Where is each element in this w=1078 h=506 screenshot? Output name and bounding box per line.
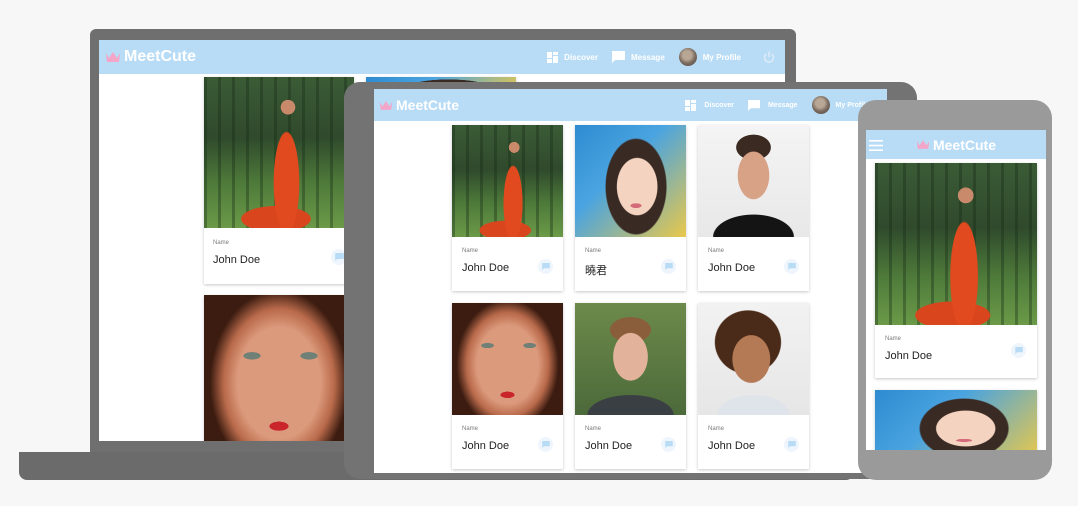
laptop-app-bar: MeetCute Discover Message My Profile (99, 40, 785, 74)
power-icon (763, 51, 775, 63)
profile-card[interactable] (875, 390, 1037, 450)
profile-photo[interactable] (698, 303, 809, 415)
card-info: Name John Doe (698, 237, 809, 291)
logout-button[interactable] (763, 51, 775, 63)
name-value: John Doe (462, 262, 510, 274)
profile-photo[interactable] (875, 390, 1037, 450)
chat-icon (541, 263, 550, 270)
profile-card[interactable]: Name John Doe (875, 163, 1037, 378)
nav-profile[interactable]: My Profile (678, 48, 741, 66)
nav-discover[interactable]: Discover (685, 99, 734, 111)
nav-message[interactable]: Message (611, 51, 665, 63)
name-label: Name (885, 336, 902, 342)
profile-photo[interactable] (575, 125, 686, 237)
name-label: Name (585, 426, 602, 432)
name-label: Name (213, 240, 230, 246)
chat-button[interactable] (784, 259, 799, 274)
card-info: Name John Doe (204, 228, 354, 284)
dashboard-icon (685, 99, 697, 111)
name-value: John Doe (213, 254, 261, 266)
nav-profile-label: My Profile (702, 52, 741, 62)
card-info: Name John Doe (875, 325, 1037, 378)
nav-message-label: Message (767, 101, 798, 109)
profile-card[interactable]: Name John Doe (698, 303, 809, 469)
message-icon (748, 99, 760, 111)
name-value: John Doe (462, 440, 510, 452)
profile-photo[interactable] (698, 125, 809, 237)
card-info: Name John Doe (575, 415, 686, 469)
profile-photo[interactable] (875, 163, 1037, 325)
card-info: Name John Doe (698, 415, 809, 469)
chat-button[interactable] (538, 259, 553, 274)
tablet-app-bar: MeetCute Discover Message My Profile (374, 89, 887, 121)
crown-logo-icon (105, 51, 121, 63)
nav-discover-label: Discover (564, 52, 598, 62)
name-label: Name (462, 426, 479, 432)
card-info: Name John Doe (452, 237, 563, 291)
app-title: MeetCute (932, 136, 996, 153)
chat-icon (664, 441, 673, 448)
profile-photo[interactable] (575, 303, 686, 415)
name-value: 曉君 (585, 265, 607, 277)
chat-button[interactable] (784, 437, 799, 452)
chat-icon (1014, 347, 1023, 354)
app-title: MeetCute (396, 97, 460, 113)
profile-photo[interactable] (204, 77, 354, 228)
profile-card[interactable]: Name John Doe (698, 125, 809, 291)
profile-photo[interactable] (204, 295, 354, 441)
name-value: John Doe (585, 440, 633, 452)
nav-message-label: Message (630, 52, 665, 62)
app-logo[interactable]: MeetCute (105, 48, 196, 66)
crown-logo-icon (916, 139, 930, 150)
chat-icon (334, 253, 344, 261)
chat-button[interactable] (1011, 343, 1026, 358)
tablet-screen: MeetCute Discover Message My Profile Nam… (374, 89, 887, 473)
chat-icon (541, 441, 550, 448)
crown-logo-icon (379, 100, 393, 111)
app-logo[interactable]: MeetCute (379, 97, 459, 113)
chat-button[interactable] (538, 437, 553, 452)
nav-discover-label: Discover (704, 101, 734, 109)
chat-button[interactable] (661, 437, 676, 452)
chat-icon (787, 441, 796, 448)
profile-photo[interactable] (452, 303, 563, 415)
app-title: MeetCute (124, 48, 197, 65)
name-label: Name (585, 248, 602, 254)
profile-card[interactable] (204, 295, 354, 441)
chat-button[interactable] (661, 259, 676, 274)
dashboard-icon (547, 51, 559, 63)
name-value: John Doe (885, 350, 933, 362)
profile-card[interactable]: Name John Doe (452, 303, 563, 469)
phone-screen: MeetCute Name John Doe (866, 130, 1046, 450)
name-label: Name (462, 248, 479, 254)
hamburger-menu-icon[interactable] (869, 138, 883, 156)
nav-discover[interactable]: Discover (547, 51, 598, 63)
card-info: Name John Doe (452, 415, 563, 469)
card-info: Name 曉君 (575, 237, 686, 291)
nav-message[interactable]: Message (748, 99, 798, 111)
profile-card[interactable]: Name 曉君 (575, 125, 686, 291)
avatar (811, 96, 830, 114)
avatar (678, 48, 697, 66)
profile-card[interactable]: Name John Doe (452, 125, 563, 291)
name-value: John Doe (708, 262, 756, 274)
profile-card[interactable]: Name John Doe (204, 77, 354, 284)
profile-photo[interactable] (452, 125, 563, 237)
name-label: Name (708, 248, 725, 254)
name-value: John Doe (708, 440, 756, 452)
message-icon (611, 51, 625, 63)
phone-app-bar: MeetCute (866, 130, 1046, 159)
app-logo[interactable]: MeetCute (916, 137, 996, 153)
chat-icon (664, 263, 673, 270)
profile-card[interactable]: Name John Doe (575, 303, 686, 469)
chat-icon (787, 263, 796, 270)
name-label: Name (708, 426, 725, 432)
